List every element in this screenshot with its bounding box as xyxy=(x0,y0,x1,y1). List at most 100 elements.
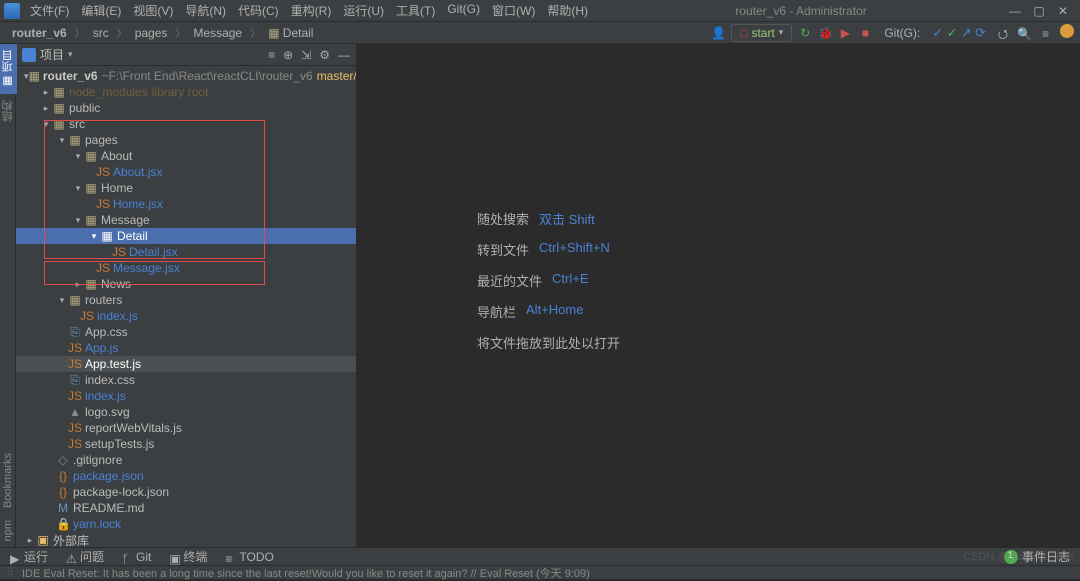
bottom-tab-problems[interactable]: ⚠问题 xyxy=(66,548,104,565)
maximize-icon[interactable]: ▢ xyxy=(1032,4,1046,18)
tree-package-lock[interactable]: {}package-lock.json xyxy=(16,484,356,500)
git-history-icon[interactable]: ⟳ xyxy=(975,25,986,40)
run-icon[interactable]: ↻ xyxy=(798,26,812,40)
project-panel-header: 项目 ▾ ≡ ⊕ ⇲ ⚙ — xyxy=(16,44,356,66)
tree-app-css[interactable]: ⎘App.css xyxy=(16,324,356,340)
close-icon[interactable]: ✕ xyxy=(1056,4,1070,18)
warning-icon: ⚠ xyxy=(66,552,76,562)
tree-about-jsx[interactable]: JSAbout.jsx xyxy=(16,164,356,180)
menu-navigate[interactable]: 导航(N) xyxy=(179,0,232,21)
navigation-bar: router_v6〉 src〉 pages〉 Message〉 ▦ Detail… xyxy=(0,22,1080,44)
tree-pages[interactable]: ▾▦pages xyxy=(16,132,356,148)
menu-file[interactable]: 文件(F) xyxy=(24,0,75,21)
tree-root[interactable]: ▾▦ router_v6 ~F:\Front End\React\reactCL… xyxy=(16,68,356,84)
bottom-tab-git[interactable]: ᚶGit xyxy=(122,548,151,565)
tree-reportwebvitals[interactable]: JSreportWebVitals.js xyxy=(16,420,356,436)
tree-home-jsx[interactable]: JSHome.jsx xyxy=(16,196,356,212)
menu-help[interactable]: 帮助(H) xyxy=(541,0,594,21)
expand-all-icon[interactable]: ≡ xyxy=(268,48,275,62)
tree-readme[interactable]: MREADME.md xyxy=(16,500,356,516)
menu-git[interactable]: Git(G) xyxy=(441,0,486,21)
tree-yarn-lock[interactable]: 🔒yarn.lock xyxy=(16,516,356,532)
tree-news[interactable]: ▸▦News xyxy=(16,276,356,292)
tree-app-test[interactable]: JSApp.test.js xyxy=(16,356,356,372)
todo-icon: ≡ xyxy=(225,552,235,562)
menu-run[interactable]: 运行(U) xyxy=(337,0,390,21)
tree-routers-index[interactable]: JSindex.js xyxy=(16,308,356,324)
menu-code[interactable]: 代码(C) xyxy=(232,0,285,21)
editor-area[interactable]: 随处搜索 双击 Shift 转到文件 Ctrl+Shift+N 最近的文件 Ct… xyxy=(357,44,1080,547)
crumb-root[interactable]: router_v6 xyxy=(6,25,73,41)
npm-icon: □ xyxy=(740,26,747,40)
tree-app-js[interactable]: JSApp.js xyxy=(16,340,356,356)
crumb-pages[interactable]: pages xyxy=(129,25,174,41)
project-tree[interactable]: ▾▦ router_v6 ~F:\Front End\React\reactCL… xyxy=(16,66,356,547)
debug-icon[interactable]: 🐞 xyxy=(818,26,832,40)
search-icon[interactable]: 🔍 xyxy=(1017,27,1031,41)
gear-icon[interactable]: ⚙ xyxy=(319,48,330,62)
main-area: ▦ 项目 结构 Bookmarks npm 项目 ▾ ≡ ⊕ ⇲ ⚙ — xyxy=(0,44,1080,547)
menu-refactor[interactable]: 重构(R) xyxy=(285,0,338,21)
menu-edit[interactable]: 编辑(E) xyxy=(75,0,127,21)
select-open-icon[interactable]: ⊕ xyxy=(283,48,293,62)
tree-external-libs[interactable]: ▸▣外部库 xyxy=(16,532,356,547)
back-icon[interactable]: ⭯ xyxy=(996,27,1010,41)
tool-tab-structure[interactable]: 结构 xyxy=(0,94,17,128)
tree-src[interactable]: ▾▦src xyxy=(16,116,356,132)
hide-panel-icon[interactable]: — xyxy=(338,48,350,62)
tree-package-json[interactable]: {}package.json xyxy=(16,468,356,484)
settings-icon[interactable]: ≡ xyxy=(1039,27,1053,41)
bottom-tab-terminal[interactable]: ▣终端 xyxy=(169,548,207,565)
watermark: CSDN @Platonic_love xyxy=(963,551,1074,563)
window-title: router_v6 - Administrator xyxy=(594,4,1008,18)
notification-badge-icon[interactable] xyxy=(1060,24,1074,38)
tree-public[interactable]: ▸▦public xyxy=(16,100,356,116)
tree-detail-jsx[interactable]: JSDetail.jsx xyxy=(16,244,356,260)
collapse-icon[interactable]: ⇲ xyxy=(301,48,311,62)
tree-gitignore[interactable]: ◇.gitignore xyxy=(16,452,356,468)
tree-index-css[interactable]: ⎘index.css xyxy=(16,372,356,388)
tree-setuptests[interactable]: JSsetupTests.js xyxy=(16,436,356,452)
terminal-icon: ▣ xyxy=(169,552,179,562)
tool-tab-npm[interactable]: npm xyxy=(1,514,15,547)
menu-tools[interactable]: 工具(T) xyxy=(390,0,441,21)
menu-view[interactable]: 视图(V) xyxy=(127,0,179,21)
project-panel: 项目 ▾ ≡ ⊕ ⇲ ⚙ — ▾▦ router_v6 ~F:\Front En… xyxy=(16,44,357,547)
crumb-detail[interactable]: ▦ Detail xyxy=(262,25,319,41)
run-coverage-icon[interactable]: ▶ xyxy=(838,26,852,40)
minimize-icon[interactable]: — xyxy=(1008,4,1022,18)
branch-icon: ᚶ xyxy=(122,552,132,562)
tree-node-modules[interactable]: ▸▦node_modules library root xyxy=(16,84,356,100)
tree-home[interactable]: ▾▦Home xyxy=(16,180,356,196)
crumb-src[interactable]: src xyxy=(87,25,115,41)
bottom-tab-run[interactable]: ▶运行 xyxy=(10,548,48,565)
play-icon: ▶ xyxy=(10,552,20,562)
breadcrumb: router_v6〉 src〉 pages〉 Message〉 ▦ Detail xyxy=(6,25,319,41)
tool-tab-bookmarks[interactable]: Bookmarks xyxy=(1,447,15,514)
chevron-down-icon: ▾ xyxy=(779,27,784,38)
run-config-selector[interactable]: □ start ▾ xyxy=(731,24,792,42)
tree-about[interactable]: ▾▦About xyxy=(16,148,356,164)
tree-message-jsx[interactable]: JSMessage.jsx xyxy=(16,260,356,276)
tree-index-js[interactable]: JSindex.js xyxy=(16,388,356,404)
stop-icon[interactable]: ■ xyxy=(858,26,872,40)
bottom-tab-todo[interactable]: ≡TODO xyxy=(225,548,273,565)
chevron-down-icon[interactable]: ▾ xyxy=(68,49,73,60)
tree-message[interactable]: ▾▦Message xyxy=(16,212,356,228)
left-tool-gutter: ▦ 项目 结构 Bookmarks npm xyxy=(0,44,16,547)
tool-tab-project[interactable]: ▦ 项目 xyxy=(0,44,17,94)
tree-routers[interactable]: ▾▦routers xyxy=(16,292,356,308)
menu-window[interactable]: 窗口(W) xyxy=(486,0,541,21)
crumb-message[interactable]: Message xyxy=(187,25,248,41)
window-controls: — ▢ ✕ xyxy=(1008,4,1076,18)
grip-icon: ⠿ xyxy=(6,566,18,579)
user-icon[interactable]: 👤▾ xyxy=(711,26,725,40)
project-icon xyxy=(22,48,36,62)
git-update-icon[interactable]: ✓ xyxy=(932,25,943,40)
welcome-hints: 随处搜索 双击 Shift 转到文件 Ctrl+Shift+N 最近的文件 Ct… xyxy=(477,209,620,364)
git-push-icon[interactable]: ↗ xyxy=(961,25,972,40)
tree-detail[interactable]: ▾▦Detail xyxy=(16,228,356,244)
git-commit-icon[interactable]: ✓ xyxy=(947,25,958,40)
tree-logo-svg[interactable]: ▲logo.svg xyxy=(16,404,356,420)
nav-toolbar: 👤▾ □ start ▾ ↻ 🐞 ▶ ■ Git(G): ✓ ✓ ↗ ⟳ ⭯ 🔍… xyxy=(711,24,1074,42)
